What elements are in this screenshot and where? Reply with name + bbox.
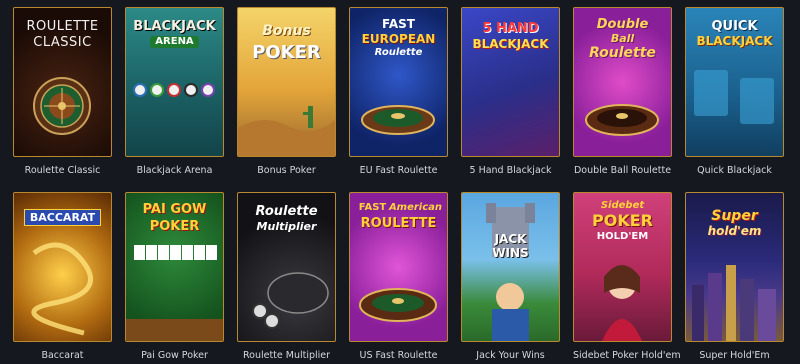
- game-title: Pai Gow Poker: [141, 350, 208, 361]
- game-logo-line: American: [388, 202, 443, 213]
- game-logo-line: ROULETTE: [360, 216, 437, 231]
- game-thumbnail[interactable]: Super hold'em: [685, 192, 784, 342]
- game-logo-line: BACCARAT: [24, 209, 101, 226]
- game-logo-line: BLACKJACK: [696, 34, 773, 48]
- game-thumbnail[interactable]: 5 HAND BLACKJACK: [461, 7, 560, 157]
- game-logo-line: BLACKJACK: [472, 37, 549, 51]
- game-logo-line: Multiplier: [256, 220, 317, 233]
- game-tile-jack-your-wins[interactable]: JACK WINS Jack Your Wins: [461, 192, 560, 364]
- game-logo-line: POKER: [149, 219, 200, 234]
- game-logo-line: QUICK: [711, 19, 758, 34]
- game-tile-roulette-classic[interactable]: ROULETTE CLASSIC Roulette Classic: [13, 7, 112, 179]
- game-tile-pai-gow-poker[interactable]: PAI GOW POKER Pai Gow Poker: [125, 192, 224, 364]
- game-logo-line: Roulette: [589, 45, 656, 61]
- game-tile-bonus-poker[interactable]: Bonus POKER Bonus Poker: [237, 7, 336, 179]
- game-thumbnail[interactable]: PAI GOW POKER: [125, 192, 224, 342]
- castle-icon: [486, 203, 535, 341]
- game-logo-line: Sidebet: [600, 200, 645, 211]
- game-title: 5 Hand Blackjack: [469, 165, 552, 176]
- game-title: Sidebet Poker Hold'em: [573, 350, 681, 361]
- game-title: Roulette Classic: [24, 165, 101, 176]
- game-logo-line: PAI GOW: [142, 202, 207, 217]
- game-thumbnail[interactable]: JACK WINS: [461, 192, 560, 342]
- game-logo-line: ROULETTE: [26, 19, 99, 34]
- game-logo-line: Super: [711, 208, 758, 224]
- game-title: Roulette Multiplier: [242, 350, 331, 361]
- game-tile-5-hand-blackjack[interactable]: 5 HAND BLACKJACK 5 Hand Blackjack: [461, 7, 560, 179]
- game-logo-line: Roulette: [255, 204, 318, 219]
- game-tile-sidebet-poker-holdem[interactable]: Sidebet POKER HOLD'EM Sidebet Poker Hold…: [573, 192, 681, 364]
- game-thumbnail[interactable]: BACCARAT: [13, 192, 112, 342]
- game-logo-line: JACK: [494, 232, 527, 246]
- game-logo-line: POKER: [592, 211, 653, 230]
- game-title: Jack Your Wins: [476, 350, 545, 361]
- game-title: Super Hold'Em: [699, 350, 770, 361]
- game-logo-line: BLACKJACK: [133, 19, 216, 34]
- game-thumbnail[interactable]: FAST American ROULETTE: [349, 192, 448, 342]
- game-title: EU Fast Roulette: [359, 165, 438, 176]
- game-grid: ROULETTE CLASSIC Roulette Classic BLACKJ…: [13, 7, 784, 364]
- game-thumbnail[interactable]: Double Ball Roulette: [573, 7, 672, 157]
- game-tile-double-ball-roulette[interactable]: Double Ball Roulette Double Ball Roulett…: [573, 7, 672, 179]
- game-logo-line: EUROPEAN: [361, 32, 436, 46]
- game-thumbnail[interactable]: Sidebet POKER HOLD'EM: [573, 192, 672, 342]
- game-title: US Fast Roulette: [359, 350, 438, 361]
- game-logo-line: ARENA: [150, 36, 199, 48]
- game-tile-us-fast-roulette[interactable]: FAST American ROULETTE US Fast Roulette: [349, 192, 448, 364]
- game-thumbnail[interactable]: QUICK BLACKJACK: [685, 7, 784, 157]
- game-logo-line: HOLD'EM: [596, 231, 649, 242]
- game-title: Double Ball Roulette: [573, 165, 672, 176]
- game-thumbnail[interactable]: FAST EUROPEAN Roulette: [349, 7, 448, 157]
- game-tile-super-holdem[interactable]: Super hold'em Super Hold'Em: [685, 192, 784, 364]
- game-thumbnail[interactable]: ROULETTE CLASSIC: [13, 7, 112, 157]
- game-logo-line: FAST: [382, 17, 415, 31]
- game-title: Bonus Poker: [257, 165, 316, 176]
- game-logo-line: hold'em: [707, 224, 762, 238]
- game-thumbnail[interactable]: Bonus POKER: [237, 7, 336, 157]
- game-title: Quick Blackjack: [697, 165, 772, 176]
- game-tile-blackjack-arena[interactable]: BLACKJACK ARENA Blackjack Arena: [125, 7, 224, 179]
- game-tile-quick-blackjack[interactable]: QUICK BLACKJACK Quick Blackjack: [685, 7, 784, 179]
- game-logo-line: Double: [596, 17, 649, 32]
- game-tile-baccarat[interactable]: BACCARAT Baccarat: [13, 192, 112, 364]
- game-logo-line: 5 HAND: [482, 21, 539, 36]
- game-tile-eu-fast-roulette[interactable]: FAST EUROPEAN Roulette EU Fast Roulette: [349, 7, 448, 179]
- game-logo-line: Roulette: [374, 47, 423, 58]
- game-logo-line: Ball: [610, 32, 635, 45]
- game-logo-line: Bonus: [262, 23, 311, 39]
- game-thumbnail[interactable]: Roulette Multiplier: [237, 192, 336, 342]
- game-logo-line: WINS: [492, 246, 529, 260]
- game-title: Blackjack Arena: [136, 165, 213, 176]
- game-tile-roulette-multiplier[interactable]: Roulette Multiplier Roulette Multiplier: [237, 192, 336, 364]
- game-logo-line: POKER: [252, 42, 321, 63]
- game-logo-line: CLASSIC: [33, 35, 92, 50]
- game-title: Baccarat: [41, 350, 84, 361]
- game-thumbnail[interactable]: BLACKJACK ARENA: [125, 7, 224, 157]
